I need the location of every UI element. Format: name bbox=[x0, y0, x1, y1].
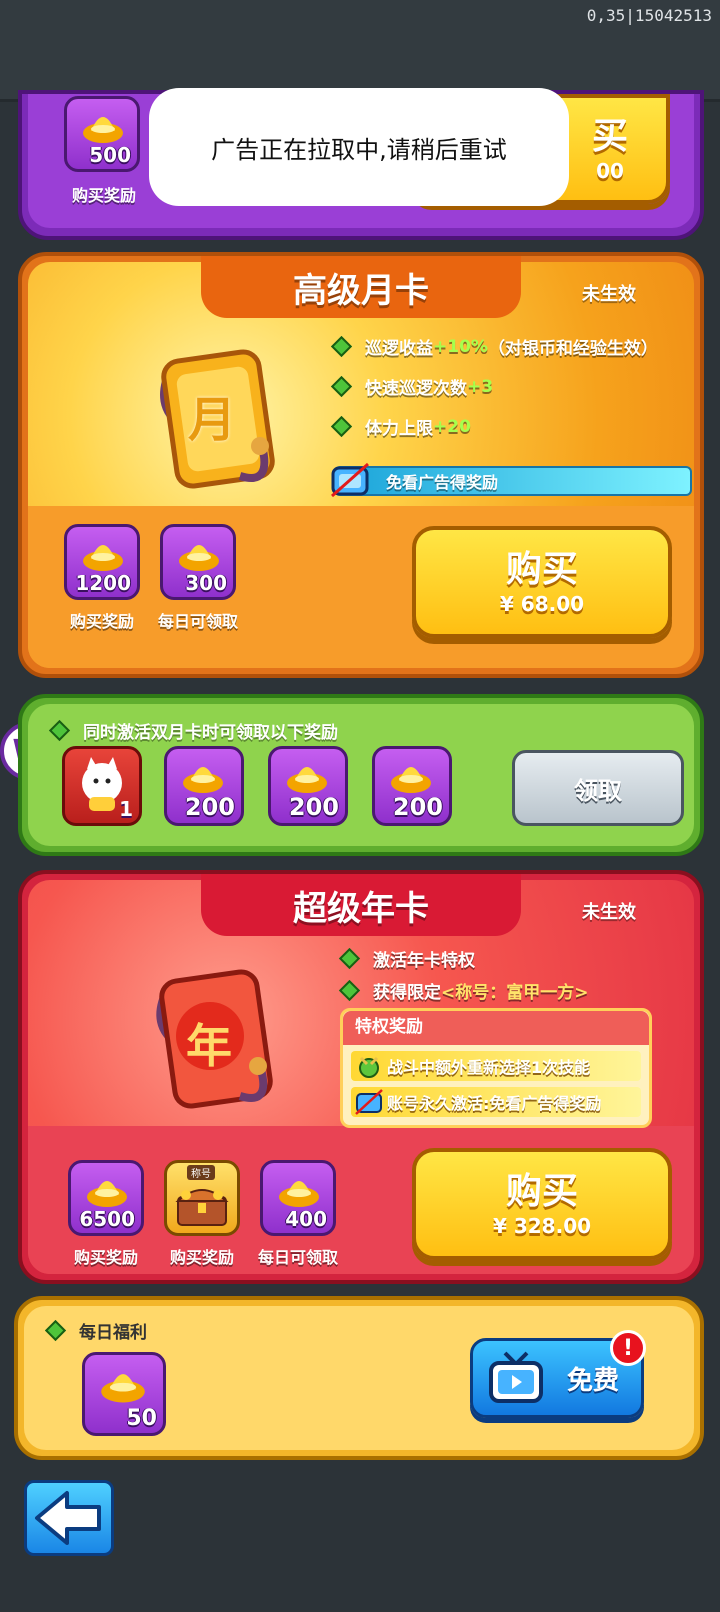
lucky-cat-reward[interactable]: 1 bbox=[62, 746, 142, 826]
reward-label: 每日可领取 bbox=[157, 612, 238, 631]
tv-ad-icon bbox=[331, 462, 369, 498]
gold-ingot-icon bbox=[179, 545, 219, 571]
perk-item: 获得限定 <称号：富甲一方> bbox=[338, 978, 589, 1003]
claim-button[interactable]: 领取 bbox=[512, 750, 684, 826]
alert-badge: ! bbox=[610, 1330, 646, 1366]
diamond-icon bbox=[330, 415, 353, 438]
dual-card-bonus: 同时激活双月卡时可领取以下奖励 1 200 200 200 领取 bbox=[18, 694, 704, 856]
reward-slot[interactable]: 200 bbox=[164, 746, 244, 826]
reward-slot[interactable]: 400 bbox=[260, 1160, 336, 1236]
privilege-box: 特权奖励 战斗中额外重新选择1次技能 账号永久激活:免看广告得奖励 bbox=[340, 1008, 652, 1128]
back-arrow-icon bbox=[35, 1491, 101, 1545]
daily-header: 每日福利 bbox=[44, 1318, 147, 1343]
diamond-icon bbox=[338, 979, 361, 1002]
gold-ingot-icon bbox=[391, 767, 431, 793]
tv-ad-icon bbox=[355, 1089, 383, 1115]
card-title: 超级年卡 bbox=[201, 874, 521, 936]
annual-card: 超级年卡 未生效 年 激活年卡特权 获得限定 <称号：富甲一方> 特权奖励 战斗中… bbox=[18, 870, 704, 1284]
gold-ingot-icon bbox=[287, 767, 327, 793]
reward-label: 购买奖励 bbox=[69, 612, 134, 631]
perk-item: 快速巡逻次数 +3 bbox=[330, 374, 493, 399]
monthly-buy-button[interactable]: 购买 ¥ 68.00 bbox=[412, 526, 672, 638]
tv-icon bbox=[489, 1351, 543, 1403]
gold-ingot-icon bbox=[83, 117, 123, 143]
annual-card-icon: 年 bbox=[140, 946, 290, 1126]
skill-reroll-icon bbox=[359, 1056, 379, 1078]
gold-ingot-icon bbox=[279, 1181, 319, 1207]
perk-item: 巡逻收益 +10% （对银币和经验生效） bbox=[330, 334, 658, 359]
reward-label: 每日可领取 bbox=[257, 1248, 338, 1267]
gold-ingot-icon bbox=[87, 1181, 127, 1207]
status-label: 未生效 bbox=[582, 902, 636, 923]
back-button[interactable] bbox=[24, 1480, 114, 1556]
privilege-item: 战斗中额外重新选择1次技能 bbox=[351, 1051, 641, 1081]
monthly-card-icon: 月 bbox=[142, 326, 292, 506]
privilege-item: 账号永久激活:免看广告得奖励 bbox=[351, 1087, 641, 1117]
title-reward-slot[interactable]: 称号 bbox=[164, 1160, 240, 1236]
reward-label: 购买奖励 bbox=[71, 186, 136, 205]
reward-slot[interactable]: 500 bbox=[64, 96, 140, 172]
perk-item: 体力上限 +20 bbox=[330, 414, 471, 439]
diamond-icon bbox=[338, 947, 361, 970]
privilege-title: 特权奖励 bbox=[343, 1011, 649, 1045]
reward-label: 购买奖励 bbox=[73, 1248, 138, 1267]
gold-ingot-icon bbox=[183, 767, 223, 793]
annual-buy-button[interactable]: 购买 ¥ 328.00 bbox=[412, 1148, 672, 1260]
toast-message: 广告正在拉取中,请稍后重试 bbox=[149, 88, 569, 206]
diamond-icon bbox=[330, 335, 353, 358]
gold-ingot-icon bbox=[83, 545, 123, 571]
reward-slot[interactable]: 50 bbox=[82, 1352, 166, 1436]
diamond-icon bbox=[48, 719, 71, 742]
status-label: 未生效 bbox=[582, 284, 636, 305]
treasure-chest-icon bbox=[175, 1189, 229, 1226]
reward-slot[interactable]: 200 bbox=[372, 746, 452, 826]
diamond-icon bbox=[44, 1319, 67, 1342]
reward-slot[interactable]: 1200 bbox=[64, 524, 140, 600]
gold-ingot-icon bbox=[101, 1374, 145, 1403]
card-title: 高级月卡 bbox=[201, 256, 521, 318]
title-badge: 称号 bbox=[187, 1165, 215, 1180]
reward-slot[interactable]: 200 bbox=[268, 746, 348, 826]
reward-slot[interactable]: 300 bbox=[160, 524, 236, 600]
monthly-card: 高级月卡 未生效 月 巡逻收益 +10% （对银币和经验生效） 快速巡逻次数 +3 体… bbox=[18, 252, 704, 678]
debug-readout: 0,35|15042513 bbox=[586, 6, 712, 25]
top-bar: 0,35|15042513 bbox=[0, 0, 720, 102]
ad-free-bar: 免看广告得奖励 bbox=[331, 462, 692, 498]
reward-slot[interactable]: 6500 bbox=[68, 1160, 144, 1236]
perk-item: 激活年卡特权 bbox=[338, 946, 475, 971]
diamond-icon bbox=[330, 375, 353, 398]
reward-label: 购买奖励 bbox=[169, 1248, 234, 1267]
dual-card-header: 同时激活双月卡时可领取以下奖励 bbox=[48, 718, 338, 743]
